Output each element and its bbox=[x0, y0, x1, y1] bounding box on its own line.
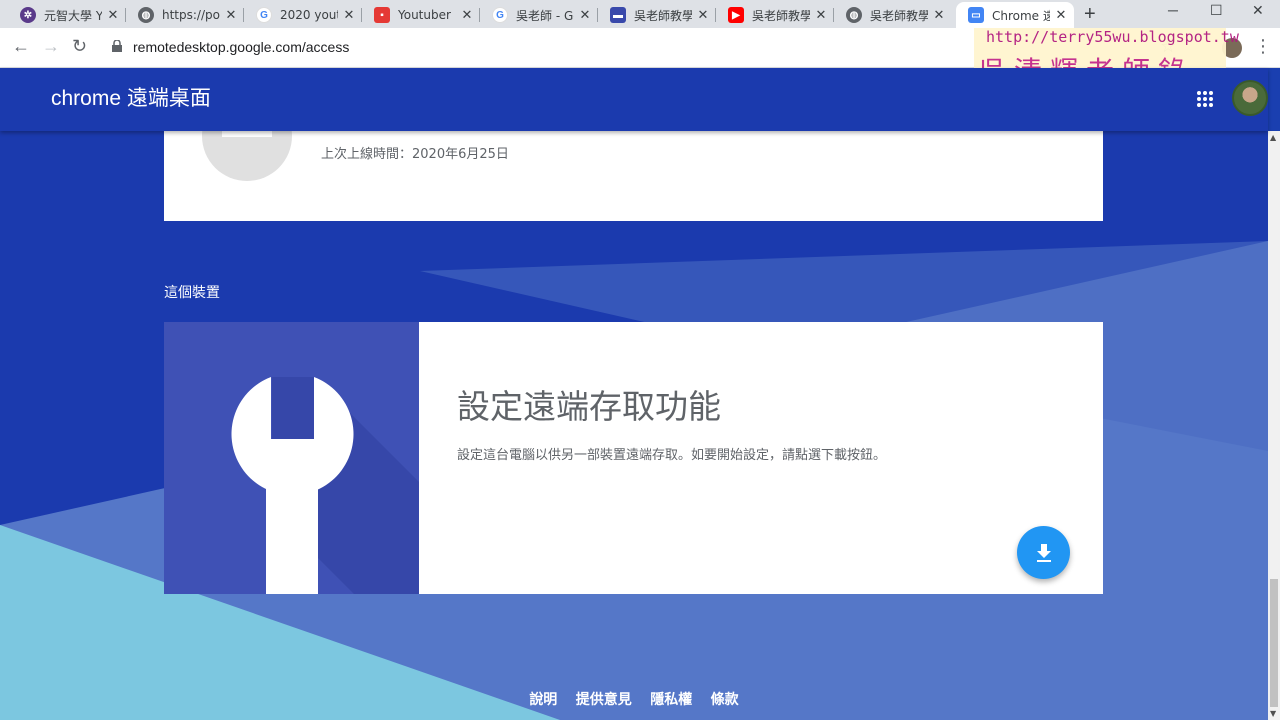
tab-title: 吳老師 - Go bbox=[516, 8, 574, 23]
scroll-up-arrow-icon[interactable]: ▲ bbox=[1270, 133, 1276, 142]
last-online-text: 上次上線時間：2020年6月25日 bbox=[321, 147, 509, 162]
close-icon[interactable]: ✕ bbox=[814, 8, 828, 23]
browser-tab[interactable]: ▪ Youtuber ✕ bbox=[362, 2, 480, 28]
chat-icon: ▬ bbox=[610, 7, 626, 23]
footer-links: 說明 提供意見 隱私權 條款 bbox=[0, 689, 1268, 709]
main-content: 上次上線時間：2020年6月25日 這個裝置 設定遠端存取功能 設定這台電腦以供… bbox=[0, 131, 1268, 720]
close-icon[interactable]: ✕ bbox=[460, 8, 474, 23]
address-bar[interactable]: remotedesktop.google.com/access bbox=[133, 39, 349, 55]
footer-link-privacy[interactable]: 隱私權 bbox=[650, 692, 692, 708]
reload-icon[interactable]: ↻ bbox=[72, 36, 87, 57]
tab-title: 吳老師教學 bbox=[870, 8, 928, 23]
youtube-icon: ▶ bbox=[728, 7, 744, 23]
close-icon[interactable]: ✕ bbox=[696, 8, 710, 23]
browser-tab[interactable]: ◍ 吳老師教學 ✕ bbox=[834, 2, 952, 28]
more-menu-icon[interactable]: ⋮ bbox=[1254, 36, 1272, 57]
footer-link-terms[interactable]: 條款 bbox=[711, 692, 739, 708]
vertical-scrollbar[interactable]: ▲ ▼ bbox=[1268, 131, 1280, 720]
minimize-button[interactable]: ─ bbox=[1168, 2, 1178, 18]
footer-link-help[interactable]: 說明 bbox=[529, 692, 557, 708]
footer-link-feedback[interactable]: 提供意見 bbox=[576, 692, 632, 708]
setup-description: 設定這台電腦以供另一部裝置遠端存取。如要開始設定，請點選下載按鈕。 bbox=[457, 448, 887, 463]
computer-icon bbox=[202, 131, 292, 181]
maximize-button[interactable]: ☐ bbox=[1210, 2, 1223, 19]
tab-title: 2020 youtu bbox=[280, 8, 338, 22]
setup-title: 設定遠端存取功能 bbox=[457, 387, 721, 426]
close-window-button[interactable]: ✕ bbox=[1252, 2, 1264, 19]
account-avatar[interactable] bbox=[1232, 80, 1268, 116]
scroll-down-arrow-icon[interactable]: ▼ bbox=[1270, 709, 1276, 718]
close-icon[interactable]: ✕ bbox=[106, 8, 120, 23]
download-button[interactable] bbox=[1017, 526, 1070, 579]
tab-title: 吳老師教學 bbox=[634, 8, 692, 23]
wrench-icon bbox=[164, 322, 419, 594]
browser-tab[interactable]: ▬ 吳老師教學 ✕ bbox=[598, 2, 716, 28]
setup-remote-access-card: 設定遠端存取功能 設定這台電腦以供另一部裝置遠端存取。如要開始設定，請點選下載按… bbox=[164, 322, 1103, 594]
browser-tab[interactable]: G 吳老師 - Go ✕ bbox=[480, 2, 598, 28]
tab-title: https://por bbox=[162, 8, 220, 22]
browser-tab[interactable]: G 2020 youtu ✕ bbox=[244, 2, 362, 28]
browser-tab[interactable]: ▶ 吳老師教學 ✕ bbox=[716, 2, 834, 28]
org-icon: ✲ bbox=[20, 7, 36, 23]
tab-title: 元智大學 Yu bbox=[44, 8, 102, 23]
back-arrow-icon[interactable]: ← bbox=[12, 36, 30, 57]
close-icon[interactable]: ✕ bbox=[342, 8, 356, 23]
browser-tab[interactable]: ✲ 元智大學 Yu ✕ bbox=[8, 2, 126, 28]
google-icon: G bbox=[492, 7, 508, 23]
globe-icon: ◍ bbox=[846, 7, 862, 23]
app-title[interactable]: chrome 遠端桌面 bbox=[51, 82, 211, 112]
lock-icon bbox=[112, 40, 122, 52]
remote-desktop-icon: ▭ bbox=[968, 7, 984, 23]
apps-grid-icon[interactable] bbox=[1197, 91, 1213, 107]
forward-arrow-icon[interactable]: → bbox=[42, 36, 60, 57]
app-header: chrome 遠端桌面 bbox=[0, 68, 1268, 131]
close-icon[interactable]: ✕ bbox=[224, 8, 238, 23]
tab-title: Chrome 遠 bbox=[992, 8, 1050, 23]
tab-title: Youtuber bbox=[398, 8, 451, 22]
new-tab-button[interactable]: + bbox=[1084, 3, 1096, 26]
download-icon bbox=[1036, 543, 1051, 562]
close-icon[interactable]: ✕ bbox=[932, 8, 946, 23]
close-icon[interactable]: ✕ bbox=[578, 8, 592, 23]
watermark-url: http://terry55wu.blogspot.tw bbox=[986, 28, 1239, 46]
globe-icon: ◍ bbox=[138, 7, 154, 23]
close-icon[interactable]: ✕ bbox=[1054, 8, 1068, 23]
tab-title: 吳老師教學 bbox=[752, 8, 810, 23]
section-this-device-label: 這個裝置 bbox=[164, 285, 220, 301]
previous-device-card[interactable]: 上次上線時間：2020年6月25日 bbox=[164, 131, 1103, 221]
google-icon: G bbox=[256, 7, 272, 23]
scrollbar-thumb[interactable] bbox=[1270, 579, 1278, 707]
browser-tab-active[interactable]: ▭ Chrome 遠 ✕ bbox=[956, 2, 1074, 28]
browser-tab[interactable]: ◍ https://por ✕ bbox=[126, 2, 244, 28]
video-icon: ▪ bbox=[374, 7, 390, 23]
tab-strip: ✲ 元智大學 Yu ✕ ◍ https://por ✕ G 2020 youtu… bbox=[0, 0, 1280, 28]
